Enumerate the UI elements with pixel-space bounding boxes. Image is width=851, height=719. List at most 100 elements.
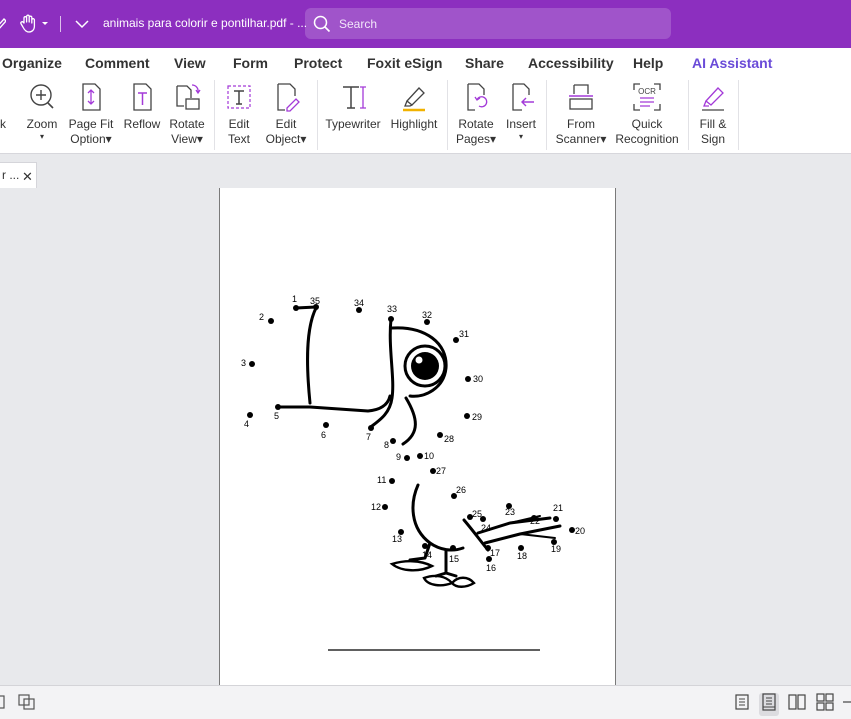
facing-page-icon[interactable] (787, 693, 807, 716)
dot-number: 15 (449, 554, 459, 564)
dot-number: 22 (530, 516, 540, 526)
dot-number: 21 (553, 503, 563, 513)
reflow-button[interactable]: Reflow (122, 80, 162, 150)
title-bar: animais para colorir e pontilhar.pdf - .… (0, 0, 851, 48)
edit-text-button[interactable]: Edit Text (221, 80, 257, 150)
ocr-icon: OCR (633, 83, 661, 111)
dot-number: 35 (310, 296, 320, 306)
dot-number: 34 (354, 298, 364, 308)
search-icon (313, 15, 331, 38)
tab-comment[interactable]: Comment (85, 55, 150, 71)
typewriter-icon (343, 86, 366, 109)
chevron-down-icon[interactable] (74, 12, 90, 36)
continuous-facing-icon[interactable] (815, 693, 835, 716)
rotate-view-button[interactable]: Rotate View▾ (167, 80, 207, 150)
fill-sign-label: Fill & Sign (699, 117, 727, 146)
pen-icon[interactable] (0, 12, 6, 36)
insert-icon (512, 83, 534, 111)
dot (275, 404, 281, 410)
tab-ai-assistant[interactable]: AI Assistant (692, 55, 772, 71)
dot-number: 32 (422, 310, 432, 320)
page-thumbnail-icon[interactable] (17, 693, 37, 716)
zoom-label: Zoom (26, 117, 58, 131)
ocr-badge-text: OCR (638, 87, 656, 96)
dot-number: 14 (422, 550, 432, 560)
dot-number: 20 (575, 526, 585, 536)
tab-protect[interactable]: Protect (294, 55, 342, 71)
tab-share[interactable]: Share (465, 55, 504, 71)
drawing-stroke (294, 305, 318, 310)
title-separator (60, 16, 61, 32)
dot-number: 8 (384, 440, 389, 450)
quick-recognition-label: Quick Recognition (615, 117, 679, 146)
tab-view[interactable]: View (174, 55, 206, 71)
insert-button[interactable]: Insert ▾ (502, 80, 540, 150)
dot-number: 11 (377, 475, 386, 485)
dot (422, 543, 428, 549)
highlight-icon (403, 87, 425, 112)
reflow-icon (133, 83, 152, 111)
from-scanner-button[interactable]: From Scanner▾ (553, 80, 609, 150)
drawing-stroke (389, 560, 435, 572)
fill-sign-button[interactable]: Fill & Sign (694, 80, 732, 150)
tab-accessibility[interactable]: Accessibility (528, 55, 614, 71)
quick-recognition-button[interactable]: OCR Quick Recognition (612, 80, 682, 150)
dot-number: 1 (292, 294, 297, 304)
first-page-icon[interactable] (0, 693, 8, 716)
rotate-pages-label: Rotate Pages▾ (455, 117, 497, 146)
zoom-dropdown[interactable]: ▾ (40, 132, 44, 141)
tab-foxit-esign[interactable]: Foxit eSign (367, 55, 442, 71)
mark-button[interactable]: rk (0, 80, 8, 150)
typewriter-button[interactable]: Typewriter (323, 80, 383, 150)
chevron-icon[interactable] (843, 693, 851, 716)
page-fit-option-button[interactable]: Page Fit Option▾ (66, 80, 116, 150)
document-viewport[interactable]: 1 2 3 4 5 6 7 8 9 10 11 12 13 14 15 16 17 18 19 20 21 22 23 24 2… (0, 188, 851, 685)
dot (390, 438, 396, 444)
dot (268, 318, 274, 324)
document-tab-strip: r ... ✕ (0, 155, 851, 188)
fill-sign-icon (702, 87, 724, 111)
dot-number: 4 (244, 419, 249, 429)
rotate-pages-button[interactable]: Rotate Pages▾ (454, 80, 498, 150)
hand-tool-icon[interactable] (19, 12, 51, 36)
drawing-stroke (276, 394, 392, 413)
continuous-page-icon[interactable] (759, 693, 779, 716)
edit-text-icon (227, 85, 251, 109)
mark-icon (0, 82, 8, 112)
rotate-pages-icon (467, 83, 488, 111)
search-input[interactable] (339, 14, 659, 33)
drawing-eye-highlight (415, 356, 423, 364)
edit-object-label: Edit Object▾ (265, 117, 307, 146)
document-tab-label: r ... (2, 168, 20, 182)
tab-organize[interactable]: Organize (2, 55, 62, 71)
edit-object-icon (277, 83, 300, 112)
close-icon[interactable]: ✕ (22, 169, 33, 185)
search-box[interactable] (305, 8, 671, 39)
dot-number: 28 (444, 434, 454, 444)
drawing-stroke (306, 306, 318, 405)
ribbon-separator (688, 80, 689, 150)
drawing-stroke (422, 574, 455, 587)
dot-number: 5 (274, 411, 279, 421)
drawing-pupil (411, 352, 439, 380)
document-title: animais para colorir e pontilhar.pdf - .… (103, 16, 308, 30)
dot-number: 18 (517, 551, 527, 561)
highlight-button[interactable]: Highlight (387, 80, 441, 150)
zoom-button[interactable]: Zoom ▾ (24, 80, 60, 150)
dot (465, 376, 471, 382)
tab-help[interactable]: Help (633, 55, 663, 71)
insert-dropdown[interactable]: ▾ (519, 132, 523, 141)
tab-form[interactable]: Form (233, 55, 268, 71)
dot-number: 25 (472, 509, 482, 519)
edit-object-button[interactable]: Edit Object▾ (262, 80, 310, 150)
ribbon-separator (546, 80, 547, 150)
dot-number: 10 (424, 451, 434, 461)
from-scanner-label: From Scanner▾ (555, 117, 607, 146)
dot (417, 453, 423, 459)
mark-label: rk (0, 117, 6, 131)
reflow-label: Reflow (123, 117, 161, 131)
dot-number: 33 (387, 304, 397, 314)
single-page-icon[interactable] (733, 693, 751, 716)
edit-text-label: Edit Text (227, 117, 250, 146)
document-tab[interactable]: r ... ✕ (0, 162, 37, 188)
